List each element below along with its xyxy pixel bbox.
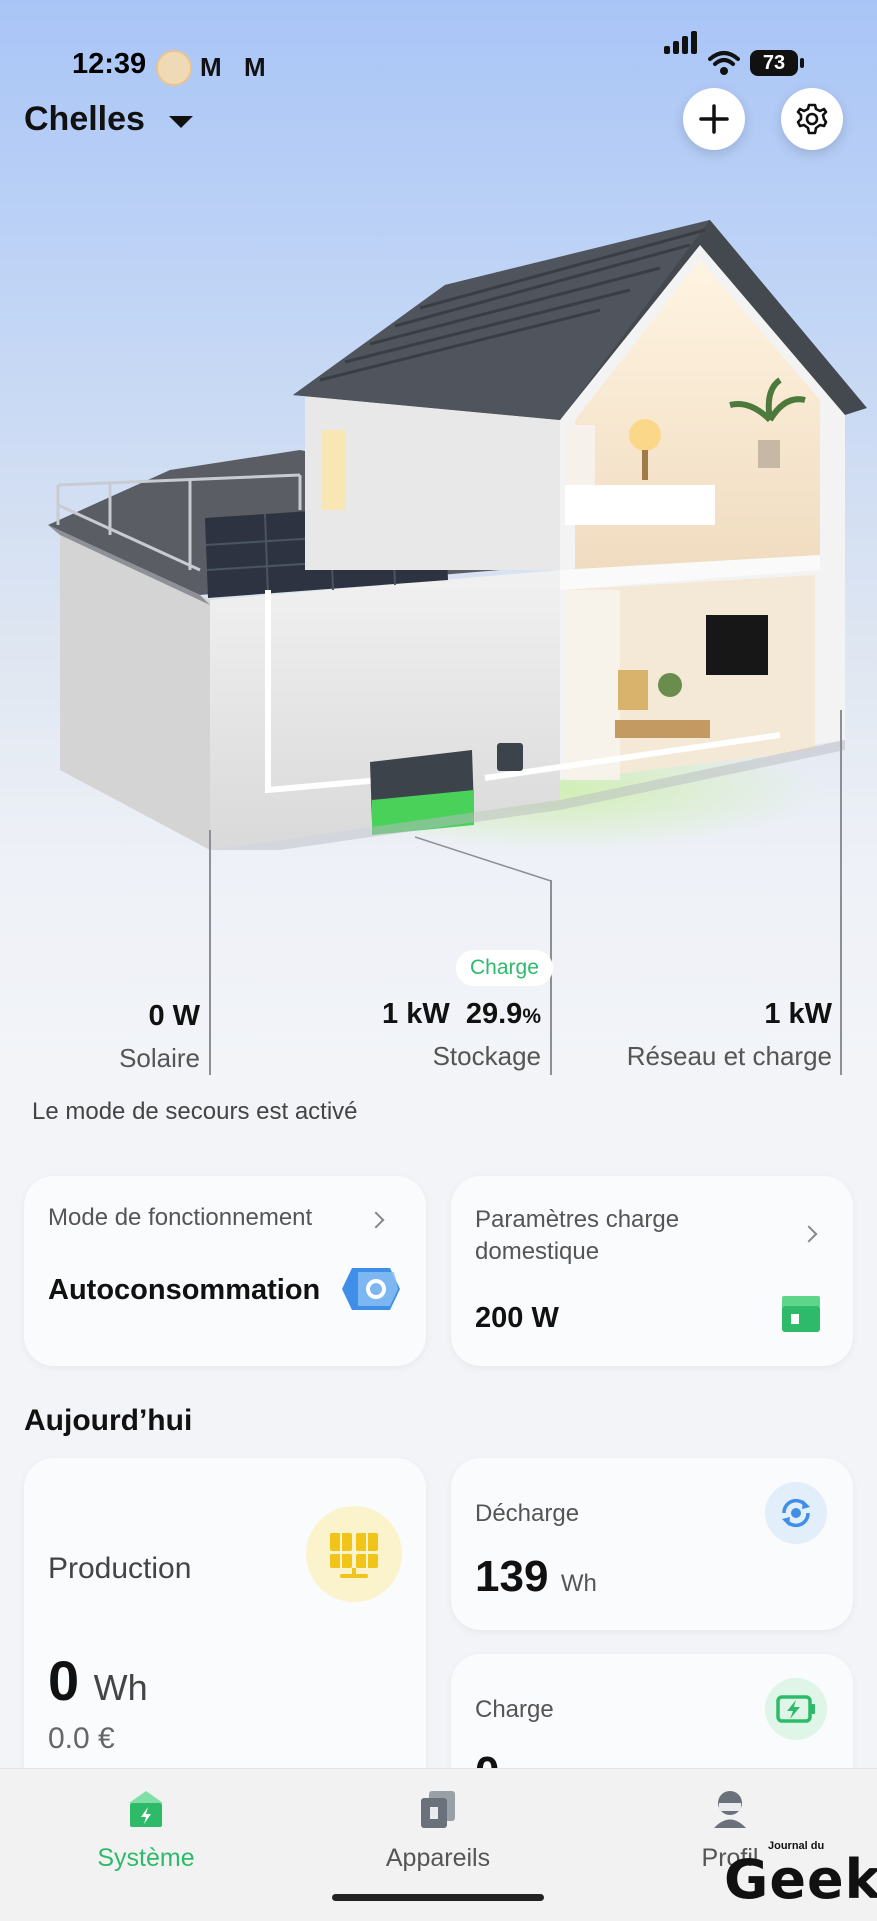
gear-icon [796,103,828,135]
watermark-brand: Geek [724,1848,877,1911]
house-system-icon [129,1791,163,1827]
storage-label: Stockage [432,1041,541,1071]
house-illustration [48,220,867,850]
add-button[interactable] [683,88,745,150]
notification-avatar-icon [156,50,192,86]
production-unit: Wh [93,1667,148,1708]
production-card[interactable]: Production 0 Wh 0.0 € [24,1458,426,1798]
wifi-icon [708,51,740,75]
devices-icon [421,1791,455,1828]
charge-label: Charge [475,1696,554,1723]
grid-line [840,710,842,1075]
chevron-right-icon [800,1225,818,1243]
plus-icon [699,104,729,134]
status-bar: 12:39 M M 73 [0,31,877,90]
discharge-label: Décharge [475,1500,580,1527]
battery-charging-icon [765,1678,827,1740]
storage-connector [415,836,552,882]
discharge-unit: Wh [560,1570,597,1597]
home-indicator[interactable] [332,1894,544,1901]
nav-label-systeme: Système [97,1844,195,1872]
nav-item-systeme[interactable]: Système [46,1789,246,1873]
site-name: Chelles [24,100,145,138]
storage-percent-unit: % [522,1005,541,1028]
storage-power: 1 kW [382,998,450,1030]
backup-mode-notice: Le mode de secours est activé [32,1098,358,1125]
storage-values: 1 kW 29.9% [382,998,541,1031]
home-charge-settings-card[interactable]: Paramètres charge domestique 200 W [451,1176,853,1366]
home-charge-value: 200 W [475,1302,559,1334]
discharge-card[interactable]: Décharge 139 Wh [451,1458,853,1630]
nav-item-appareils[interactable]: Appareils [338,1789,538,1873]
status-time: 12:39 [72,48,147,80]
discharge-cycle-icon [765,1482,827,1544]
solar-panel-icon [306,1506,402,1602]
solar-label: Solaire [119,1043,200,1073]
solar-value: 0 W [148,1000,200,1032]
operating-mode-label: Mode de fonctionnement [48,1204,313,1231]
production-money: 0.0 € [48,1722,115,1755]
battery-indicator: 73 [750,50,804,76]
solar-line [209,830,211,1075]
home-charger-icon [782,1296,820,1332]
discharge-value: 139 [475,1552,549,1601]
operating-mode-value: Autoconsommation [48,1274,321,1306]
profile-icon [714,1791,746,1828]
storage-status-badge: Charge [456,950,553,986]
production-amount: 0 Wh [48,1648,148,1713]
gmail-icon: M [244,52,266,82]
storage-percent: 29.9 [465,998,523,1030]
solar-metric[interactable]: 0 W Solaire [119,1000,200,1074]
grid-value: 1 kW [764,998,832,1030]
settings-button[interactable] [781,88,843,150]
home-charge-label: Paramètres charge domestique [475,1206,680,1265]
nav-label-appareils: Appareils [385,1844,491,1872]
operating-mode-card[interactable]: Mode de fonctionnement Autoconsommation [24,1176,426,1366]
grid-label: Réseau et charge [626,1041,832,1071]
journal-du-geek-watermark: Journal du Geek [724,1840,877,1912]
today-title: Aujourd’hui [24,1404,193,1437]
production-label: Production [48,1552,192,1585]
chevron-right-icon [367,1211,385,1229]
production-value: 0 [48,1649,80,1712]
mode-hexagon-icon [342,1268,400,1310]
gmail-icon: M [200,52,222,82]
grid-metric[interactable]: 1 kW Réseau et charge [627,998,832,1072]
discharge-amount: 139 Wh [475,1552,597,1602]
site-selector[interactable]: Chelles [24,100,193,139]
caret-down-icon [168,115,193,128]
storage-metric[interactable]: 1 kW 29.9% Stockage [382,998,541,1072]
